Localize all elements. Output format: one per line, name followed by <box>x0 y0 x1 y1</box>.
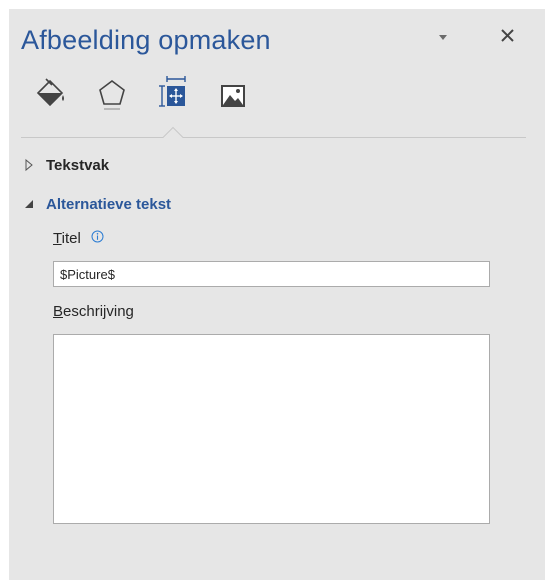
close-icon <box>501 29 514 42</box>
title-label: Titel <box>53 230 81 247</box>
pane-options-button[interactable] <box>436 32 450 44</box>
pane-title: Afbeelding opmaken <box>21 25 271 55</box>
tab-size-and-properties[interactable] <box>156 75 190 115</box>
title-input[interactable]: $Picture$ <box>53 261 490 287</box>
section-alternatieve-tekst[interactable]: Alternatieve tekst <box>22 194 171 214</box>
close-pane-button[interactable] <box>499 27 517 45</box>
section-tekstvak[interactable]: Tekstvak <box>22 155 109 175</box>
tab-fill-and-line[interactable] <box>34 75 68 115</box>
size-properties-icon <box>159 76 186 107</box>
section-label: Tekstvak <box>46 156 110 174</box>
picture-icon <box>221 85 245 107</box>
tab-effects[interactable] <box>95 75 129 115</box>
tab-separator <box>21 115 526 139</box>
paint-bucket-icon <box>36 78 64 107</box>
description-label-accesskey: B <box>53 303 64 320</box>
collapse-arrow-icon <box>22 197 36 211</box>
title-label-rest: itel <box>61 230 81 247</box>
title-label-accesskey: T <box>53 230 62 247</box>
expand-arrow-icon <box>22 158 36 172</box>
pentagon-icon <box>99 80 125 110</box>
chevron-down-icon <box>439 35 447 40</box>
description-textarea[interactable] <box>53 334 490 524</box>
section-label: Alternatieve tekst <box>46 195 172 213</box>
description-label: Beschrijving <box>53 303 134 320</box>
tab-picture[interactable] <box>216 75 250 115</box>
info-icon[interactable] <box>91 230 104 243</box>
description-label-rest: eschrijving <box>63 303 134 320</box>
